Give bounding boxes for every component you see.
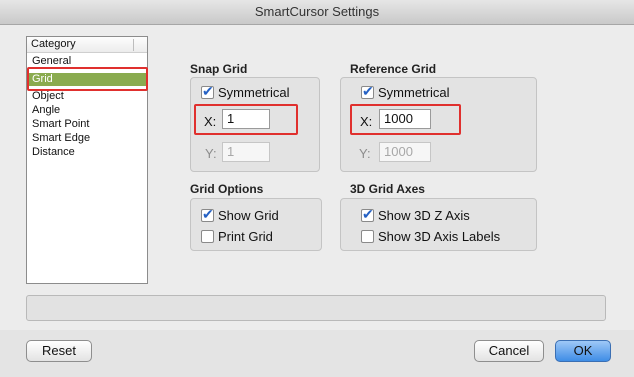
show-grid-label: Show Grid bbox=[218, 208, 279, 223]
checkbox-checked-icon bbox=[201, 83, 214, 100]
reference-grid-label: Reference Grid bbox=[350, 62, 437, 76]
status-bar bbox=[26, 295, 606, 321]
checkbox-unchecked-icon bbox=[201, 230, 214, 243]
snap-grid-label: Snap Grid bbox=[190, 62, 248, 76]
category-column-header[interactable]: Category bbox=[27, 37, 147, 53]
category-item-angle[interactable]: Angle bbox=[27, 104, 147, 117]
snap-x-highlight-frame bbox=[194, 104, 298, 135]
reference-y-label: Y: bbox=[359, 146, 371, 161]
grid-axes-3d-label: 3D Grid Axes bbox=[350, 182, 425, 196]
settings-window: SmartCursor Settings Category General Gr… bbox=[0, 0, 634, 377]
ok-button[interactable]: OK bbox=[555, 340, 611, 362]
checkbox-unchecked-icon bbox=[361, 230, 374, 243]
show-3d-z-axis-label: Show 3D Z Axis bbox=[378, 208, 470, 223]
snap-y-input[interactable]: 1 bbox=[222, 142, 270, 162]
show-3d-axis-labels-label: Show 3D Axis Labels bbox=[378, 229, 501, 244]
snap-symmetrical-label: Symmetrical bbox=[218, 85, 290, 100]
snap-y-label: Y: bbox=[205, 146, 217, 161]
reference-symmetrical-label: Symmetrical bbox=[378, 85, 450, 100]
checkbox-checked-icon bbox=[361, 206, 374, 223]
show-grid-checkbox[interactable]: Show Grid bbox=[201, 206, 279, 223]
reset-button[interactable]: Reset bbox=[26, 340, 92, 362]
category-item-distance[interactable]: Distance bbox=[27, 146, 147, 159]
snap-symmetrical-checkbox[interactable]: Symmetrical bbox=[201, 83, 290, 100]
reference-symmetrical-checkbox[interactable]: Symmetrical bbox=[361, 83, 450, 100]
grid-highlight-frame bbox=[27, 67, 148, 91]
show-3d-z-axis-checkbox[interactable]: Show 3D Z Axis bbox=[361, 206, 470, 223]
cancel-button[interactable]: Cancel bbox=[474, 340, 544, 362]
reference-x-highlight-frame bbox=[350, 104, 461, 135]
grid-options-label: Grid Options bbox=[190, 182, 264, 196]
print-grid-label: Print Grid bbox=[218, 229, 273, 244]
category-item-smart-edge[interactable]: Smart Edge bbox=[27, 132, 147, 145]
category-item-smart-point[interactable]: Smart Point bbox=[27, 118, 147, 131]
category-item-object[interactable]: Object bbox=[27, 90, 147, 103]
column-separator bbox=[133, 39, 134, 51]
show-3d-axis-labels-checkbox[interactable]: Show 3D Axis Labels bbox=[361, 229, 500, 244]
reference-y-input[interactable]: 1000 bbox=[379, 142, 431, 162]
window-title: SmartCursor Settings bbox=[0, 0, 634, 25]
category-header-label: Category bbox=[31, 38, 76, 50]
print-grid-checkbox[interactable]: Print Grid bbox=[201, 229, 273, 244]
checkbox-checked-icon bbox=[201, 206, 214, 223]
checkbox-checked-icon bbox=[361, 83, 374, 100]
